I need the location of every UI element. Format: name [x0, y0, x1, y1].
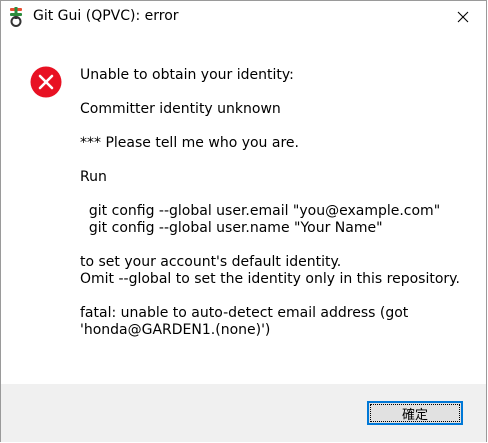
- git-gui-icon: [10, 7, 22, 27]
- dialog-content: Unable to obtain your identity: Committe…: [1, 33, 486, 384]
- ok-button[interactable]: 確定: [367, 401, 463, 425]
- error-icon: [30, 66, 62, 98]
- window-title: Git Gui (QPVC): error: [33, 8, 179, 24]
- close-button[interactable]: [440, 1, 486, 33]
- button-bar: 確定: [1, 384, 486, 442]
- title-bar[interactable]: Git Gui (QPVC): error: [1, 1, 486, 33]
- error-dialog: Git Gui (QPVC): error Unable to obtain y…: [0, 0, 487, 442]
- close-icon: [457, 11, 469, 23]
- error-message: Unable to obtain your identity: Committe…: [80, 67, 460, 338]
